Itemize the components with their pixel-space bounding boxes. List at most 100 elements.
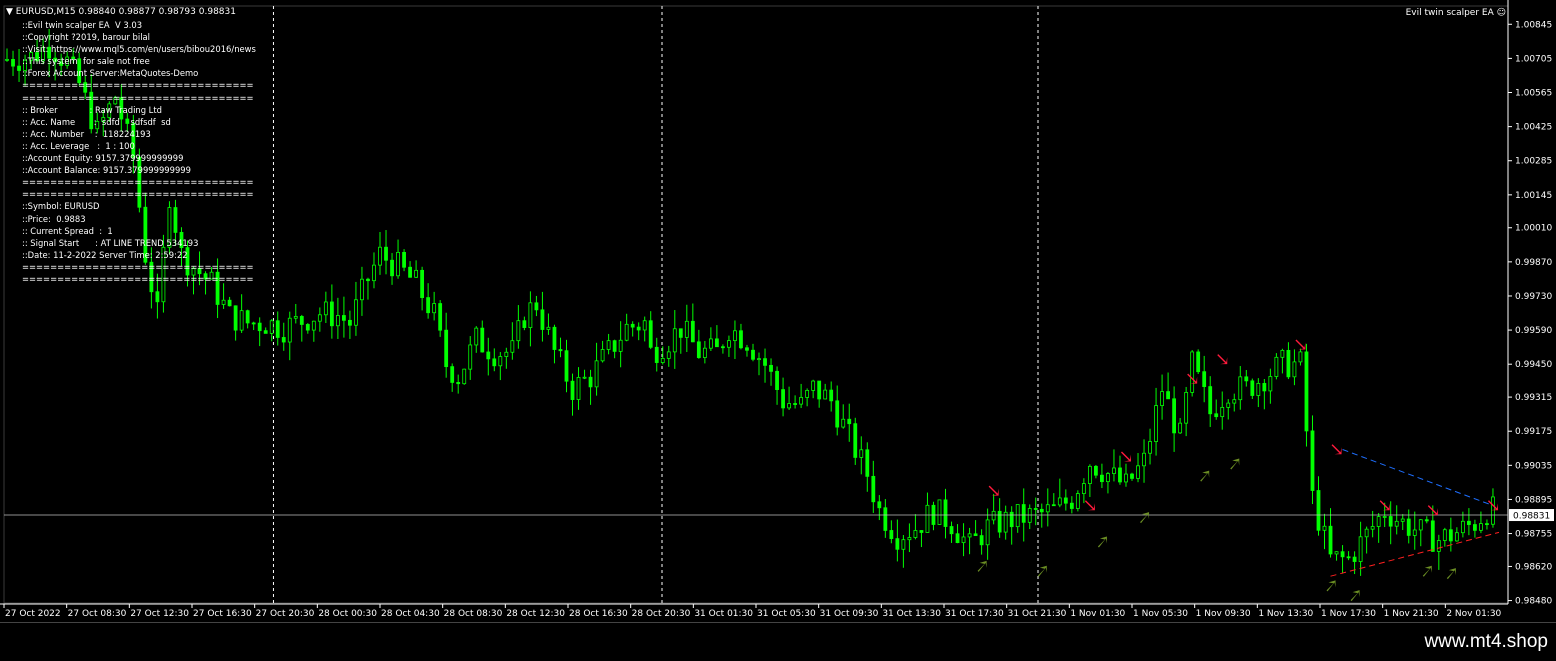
candle-body (462, 368, 467, 385)
info-line: ================================= (22, 92, 254, 103)
candle-body (402, 251, 406, 268)
info-line: ================================= (22, 189, 254, 200)
candle-body (155, 291, 160, 303)
candle-body (474, 327, 479, 346)
candle-body (1454, 532, 1459, 542)
candle-body (907, 537, 912, 541)
candle-body (281, 337, 286, 343)
candle-body (245, 310, 250, 324)
candle-body (745, 347, 749, 351)
sell-arrow-icon (1295, 339, 1306, 350)
candle-body (1292, 361, 1297, 378)
candle-body (456, 382, 461, 385)
price-tick-label: 1.00425 (1515, 123, 1552, 133)
candle-body (997, 510, 1002, 533)
collapse-triangle-icon[interactable]: ▼ (6, 7, 13, 17)
candle-body (1346, 556, 1351, 559)
info-line: :: Acc. Number : 118224193 (22, 128, 151, 139)
candle-body (919, 530, 924, 533)
candle-body (1286, 349, 1291, 378)
candle-body (348, 319, 352, 326)
price-tick-label: 0.98895 (1515, 495, 1552, 505)
buy-arrow-icon (1037, 565, 1047, 577)
candle-body (317, 314, 322, 322)
candle-body (1256, 383, 1261, 396)
candle-body (817, 380, 822, 400)
candle-body (666, 351, 671, 359)
candle-body (582, 376, 587, 379)
info-line: ::Forex Account Server:MetaQuotes-Demo (22, 68, 199, 79)
time-tick-label: 1 Nov 13:30 (1258, 609, 1313, 619)
candle-body (1100, 474, 1104, 483)
price-tick-label: 0.99315 (1515, 393, 1552, 403)
candle-body (588, 376, 593, 388)
candle-body (534, 302, 539, 311)
candle-body (1388, 516, 1393, 527)
info-line: ::Copyright ?2019, barour bilal (22, 32, 150, 43)
candle-body (227, 299, 232, 307)
candle-body (630, 323, 635, 328)
info-line: ================================= (22, 261, 254, 272)
candle-body (1376, 516, 1381, 527)
price-tick-label: 1.00705 (1515, 54, 1552, 64)
buy-arrow-icon (1350, 590, 1360, 602)
candle-body (1304, 351, 1309, 432)
candle-body (714, 338, 719, 348)
candle-body (1364, 528, 1369, 538)
candle-body (1491, 496, 1495, 525)
candle-body (444, 329, 449, 368)
candle-body (702, 347, 707, 358)
sell-arrow-icon (1331, 444, 1342, 455)
price-tick-label: 1.00565 (1515, 89, 1552, 99)
candle-body (733, 330, 737, 342)
candle-body (1460, 520, 1465, 534)
candle-body (787, 403, 791, 409)
candle-body (1087, 465, 1092, 484)
candle-body (1298, 351, 1303, 363)
candle-body (414, 269, 418, 278)
candle-body (546, 326, 551, 330)
ohlc-values: 0.98840 0.98877 0.98793 0.98831 (78, 7, 236, 17)
time-tick-label: 31 Oct 13:30 (882, 609, 941, 619)
candle-body (275, 320, 280, 338)
candle-body (1485, 523, 1489, 526)
candle-body (552, 326, 557, 350)
symbol-label: EURUSD,M15 (15, 7, 76, 17)
candle-body (564, 350, 569, 382)
candle-body (1418, 519, 1423, 531)
candle-body (1479, 523, 1483, 531)
buy-arrow-icon (977, 560, 987, 572)
candle-body (366, 278, 370, 282)
candle-body (1106, 473, 1110, 483)
candle-body (618, 339, 623, 352)
candle-body (1370, 526, 1375, 530)
ea-name-label: Evil twin scalper EA ☺ (1405, 8, 1506, 18)
candle-body (961, 536, 966, 544)
candle-body (522, 320, 527, 328)
candle-body (1226, 402, 1231, 408)
candle-body (925, 504, 930, 533)
candle-body (329, 301, 334, 327)
candle-body (1166, 391, 1170, 400)
candle-body (877, 501, 882, 509)
candle-body (985, 519, 990, 546)
time-tick-label: 28 Oct 04:30 (381, 609, 440, 619)
candle-body (1214, 413, 1219, 418)
info-line: :: Acc. Name : sdfd sdfsdf sd (22, 116, 171, 127)
price-tick-label: 1.00285 (1515, 157, 1552, 167)
candle-body (221, 299, 226, 305)
candle-body (1274, 356, 1279, 377)
candle-body (1190, 351, 1195, 393)
candle-body (678, 328, 683, 338)
time-tick-label: 28 Oct 00:30 (318, 609, 377, 619)
candle-body (1208, 386, 1213, 415)
candle-body (955, 533, 960, 544)
price-tick-label: 0.98620 (1515, 562, 1552, 572)
candle-body (991, 510, 996, 521)
candle-body (799, 397, 804, 405)
candle-body (1142, 452, 1146, 467)
candle-body (775, 370, 779, 390)
candle-body (1051, 504, 1056, 507)
time-tick-label: 28 Oct 16:30 (569, 609, 628, 619)
chart-area[interactable]: 1.00845 1.00705 1.00565 1.00425 1.00285 1.001… (0, 0, 1556, 622)
